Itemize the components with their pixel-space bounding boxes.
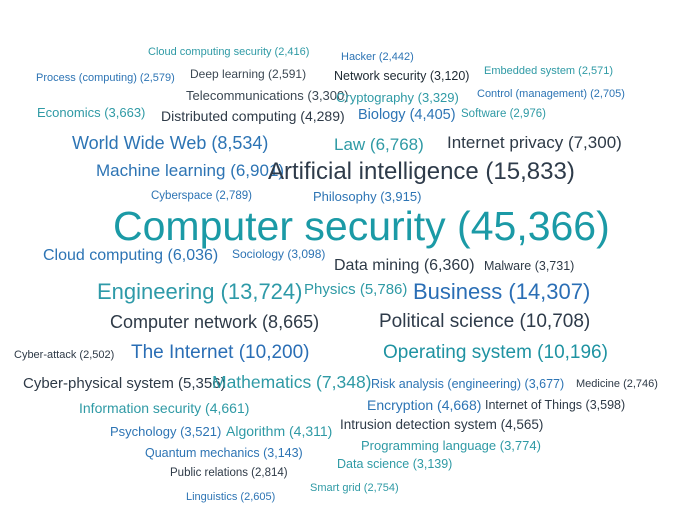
- word-cloud-term[interactable]: Embedded system (2,571): [484, 66, 613, 77]
- word-cloud-term[interactable]: World Wide Web (8,534): [72, 134, 268, 152]
- word-cloud-term[interactable]: Psychology (3,521): [110, 425, 221, 438]
- word-cloud-term[interactable]: Linguistics (2,605): [186, 492, 275, 503]
- word-cloud-term[interactable]: Quantum mechanics (3,143): [145, 447, 303, 460]
- word-cloud-term[interactable]: Business (14,307): [413, 281, 590, 303]
- word-cloud-term[interactable]: Machine learning (6,901): [96, 162, 284, 179]
- word-cloud-term[interactable]: Sociology (3,098): [232, 248, 325, 260]
- word-cloud-term[interactable]: Computer security (45,366): [113, 206, 610, 247]
- word-cloud-term[interactable]: Political science (10,708): [379, 312, 590, 331]
- word-cloud-term[interactable]: Programming language (3,774): [361, 439, 541, 452]
- word-cloud-term[interactable]: Operating system (10,196): [383, 343, 608, 362]
- word-cloud-term[interactable]: Philosophy (3,915): [313, 190, 421, 203]
- word-cloud-term[interactable]: Data science (3,139): [337, 458, 452, 471]
- word-cloud-term[interactable]: Biology (4,405): [358, 108, 456, 123]
- word-cloud-term[interactable]: Deep learning (2,591): [190, 68, 306, 80]
- word-cloud-term[interactable]: Smart grid (2,754): [310, 483, 399, 494]
- word-cloud-term[interactable]: Cloud computing (6,036): [43, 248, 218, 264]
- word-cloud-term[interactable]: Control (management) (2,705): [477, 89, 625, 100]
- word-cloud-term[interactable]: Internet of Things (3,598): [485, 399, 625, 412]
- word-cloud-term[interactable]: Cyber-attack (2,502): [14, 350, 114, 361]
- word-cloud-term[interactable]: Public relations (2,814): [170, 467, 288, 480]
- word-cloud-term[interactable]: Distributed computing (4,289): [161, 109, 345, 123]
- word-cloud-term[interactable]: Mathematics (7,348): [212, 373, 372, 392]
- word-cloud-term[interactable]: Cyber-physical system (5,356): [23, 376, 226, 391]
- word-cloud-term[interactable]: Malware (3,731): [484, 260, 574, 273]
- word-cloud-term[interactable]: Artificial intelligence (15,833): [268, 160, 575, 184]
- word-cloud-term[interactable]: Cryptography (3,329): [336, 91, 459, 104]
- word-cloud-term[interactable]: Process (computing) (2,579): [36, 73, 175, 84]
- word-cloud-term[interactable]: Software (2,976): [461, 108, 546, 121]
- word-cloud-term[interactable]: Internet privacy (7,300): [447, 134, 622, 151]
- word-cloud-term[interactable]: Risk analysis (engineering) (3,677): [371, 378, 564, 391]
- word-cloud-term[interactable]: Network security (3,120): [334, 70, 469, 83]
- word-cloud-term[interactable]: Encryption (4,668): [367, 398, 481, 412]
- word-cloud-term[interactable]: Information security (4,661): [79, 401, 249, 415]
- word-cloud-term[interactable]: Physics (5,786): [304, 282, 407, 297]
- word-cloud-term[interactable]: Engineering (13,724): [97, 281, 302, 303]
- word-cloud-term[interactable]: Data mining (6,360): [334, 258, 475, 274]
- word-cloud-term[interactable]: Medicine (2,746): [576, 379, 658, 390]
- word-cloud-term[interactable]: The Internet (10,200): [131, 343, 310, 362]
- word-cloud-term[interactable]: Algorithm (4,311): [226, 424, 332, 438]
- word-cloud-term[interactable]: Law (6,768): [334, 136, 424, 153]
- word-cloud-term[interactable]: Intrusion detection system (4,565): [340, 418, 543, 432]
- word-cloud: Cloud computing security (2,416) Hacker (…: [0, 0, 687, 518]
- word-cloud-term[interactable]: Cloud computing security (2,416): [148, 47, 309, 58]
- word-cloud-term[interactable]: Economics (3,663): [37, 106, 145, 119]
- word-cloud-term[interactable]: Computer network (8,665): [110, 313, 319, 331]
- word-cloud-term[interactable]: Telecommunications (3,300): [186, 89, 349, 102]
- word-cloud-term[interactable]: Cyberspace (2,789): [151, 190, 252, 203]
- word-cloud-term[interactable]: Hacker (2,442): [341, 52, 414, 63]
